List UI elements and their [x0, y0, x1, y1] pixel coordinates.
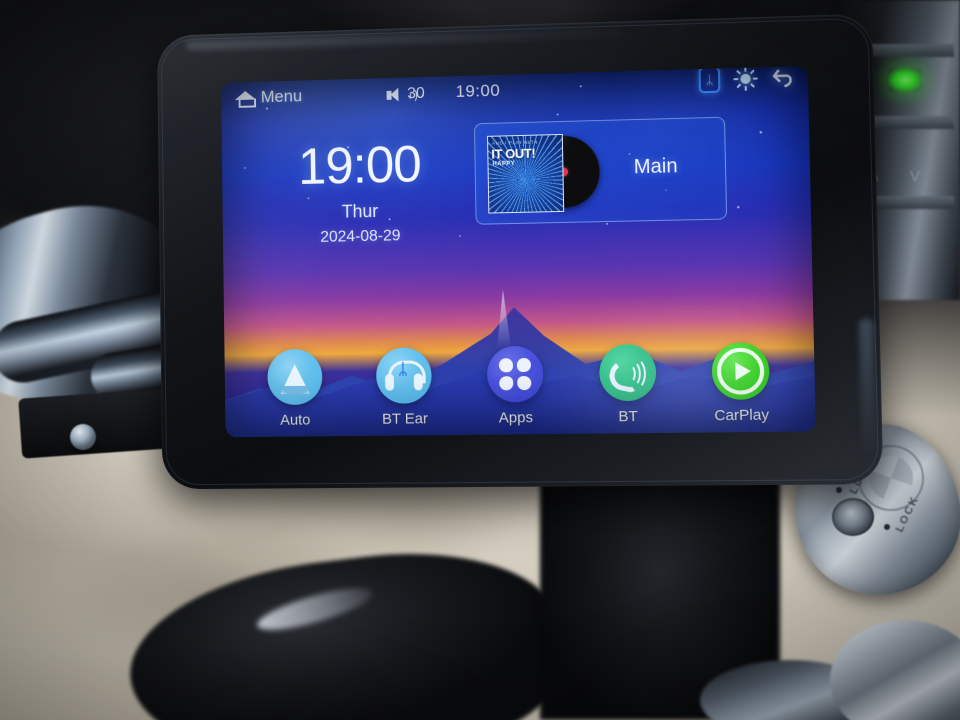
brightness-core [740, 73, 751, 85]
lock-detent-dot [884, 524, 890, 530]
keyhole-icon[interactable] [832, 498, 874, 536]
bezel-right-glare [858, 318, 877, 452]
dock-item-auto[interactable]: Auto [248, 348, 343, 430]
clock-date: 2024-08-29 [320, 227, 401, 246]
dock-label-auto: Auto [280, 411, 311, 429]
dock-item-bt-ear[interactable]: ᛦ BT Ear [357, 347, 453, 428]
status-bar-clock: 19:00 [455, 80, 501, 101]
media-widget[interactable]: AND I PLAY NLTN IT OUT! HAPPY Main [473, 116, 728, 225]
album-art: AND I PLAY NLTN IT OUT! HAPPY [487, 133, 565, 214]
mount-bolt [70, 424, 96, 450]
photo-scene: Λ V LOCK LOCK Menu [0, 0, 960, 720]
dock-label-bt-ear: BT Ear [381, 410, 429, 428]
album-art-line-2: IT OUT! [491, 145, 536, 162]
album-art-line-3: HAPPY [492, 161, 516, 168]
navigation-arrow-icon [266, 348, 323, 406]
headphones-bluetooth-icon: ᛦ [376, 347, 433, 404]
bluetooth-icon[interactable]: ᛦ [698, 66, 721, 94]
brightness-icon[interactable] [733, 66, 758, 91]
turn-signal-indicator [888, 68, 922, 92]
touchscreen[interactable]: Menu 30 19:00 ᛦ [220, 66, 816, 438]
back-icon[interactable] [771, 66, 796, 89]
bluetooth-glyph: ᛦ [705, 72, 714, 88]
clock-weekday: Thur [341, 201, 379, 222]
media-source-label: Main [633, 155, 678, 179]
system-icons: ᛦ [698, 66, 796, 94]
up-down-buttons-label[interactable]: Λ V [869, 168, 934, 185]
lock-detent-dot [836, 487, 842, 493]
head-unit-device: Menu 30 19:00 ᛦ [156, 13, 884, 490]
